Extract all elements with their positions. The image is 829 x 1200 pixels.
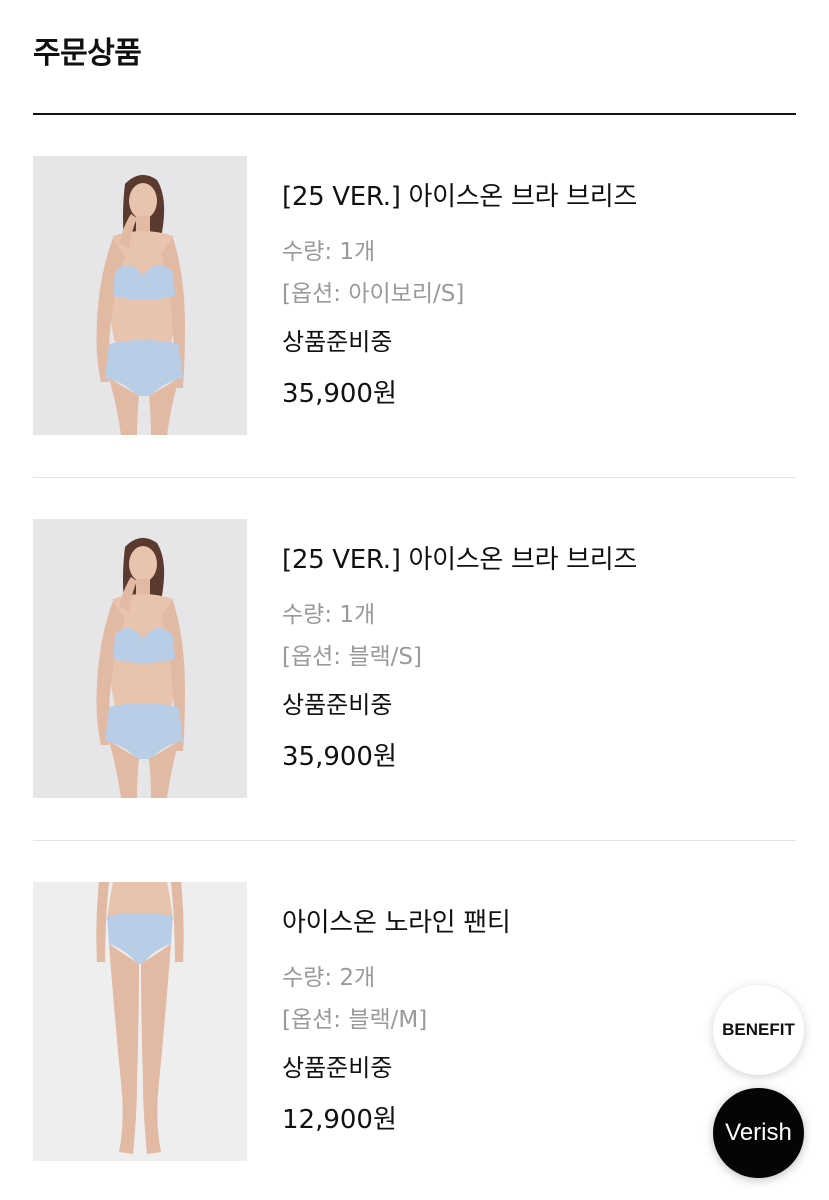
product-quantity: 수량: 1개 [282, 602, 376, 628]
product-image[interactable] [33, 156, 247, 435]
benefit-button[interactable]: BENEFIT [713, 985, 804, 1075]
product-quantity: 수량: 1개 [282, 239, 376, 265]
title-divider [33, 113, 796, 115]
product-option: [옵션: 블랙/S] [282, 644, 422, 670]
product-price: 12,900원 [282, 1105, 397, 1135]
order-status: 상품준비중 [282, 1054, 393, 1082]
order-item[interactable]: [25 VER.] 아이스온 브라 브리즈 수량: 1개 [옵션: 아이보리/S… [33, 156, 796, 436]
product-name[interactable]: [25 VER.] 아이스온 브라 브리즈 [282, 539, 637, 576]
product-quantity: 수량: 2개 [282, 965, 376, 991]
order-status: 상품준비중 [282, 328, 393, 356]
product-name[interactable]: [25 VER.] 아이스온 브라 브리즈 [282, 176, 637, 213]
order-item[interactable]: 아이스온 노라인 팬티 수량: 2개 [옵션: 블랙/M] 상품준비중 12,9… [33, 882, 796, 1162]
item-divider [33, 477, 796, 478]
order-status: 상품준비중 [282, 691, 393, 719]
product-option: [옵션: 아이보리/S] [282, 281, 465, 307]
section-title: 주문상품 [33, 36, 142, 71]
verish-button[interactable]: Verish [713, 1088, 804, 1178]
product-option: [옵션: 블랙/M] [282, 1007, 428, 1033]
product-price: 35,900원 [282, 742, 397, 772]
product-price: 35,900원 [282, 379, 397, 409]
item-divider [33, 840, 796, 841]
order-item[interactable]: [25 VER.] 아이스온 브라 브리즈 수량: 1개 [옵션: 블랙/S] … [33, 519, 796, 799]
product-image[interactable] [33, 882, 247, 1161]
product-image[interactable] [33, 519, 247, 798]
product-name[interactable]: 아이스온 노라인 팬티 [282, 902, 511, 939]
